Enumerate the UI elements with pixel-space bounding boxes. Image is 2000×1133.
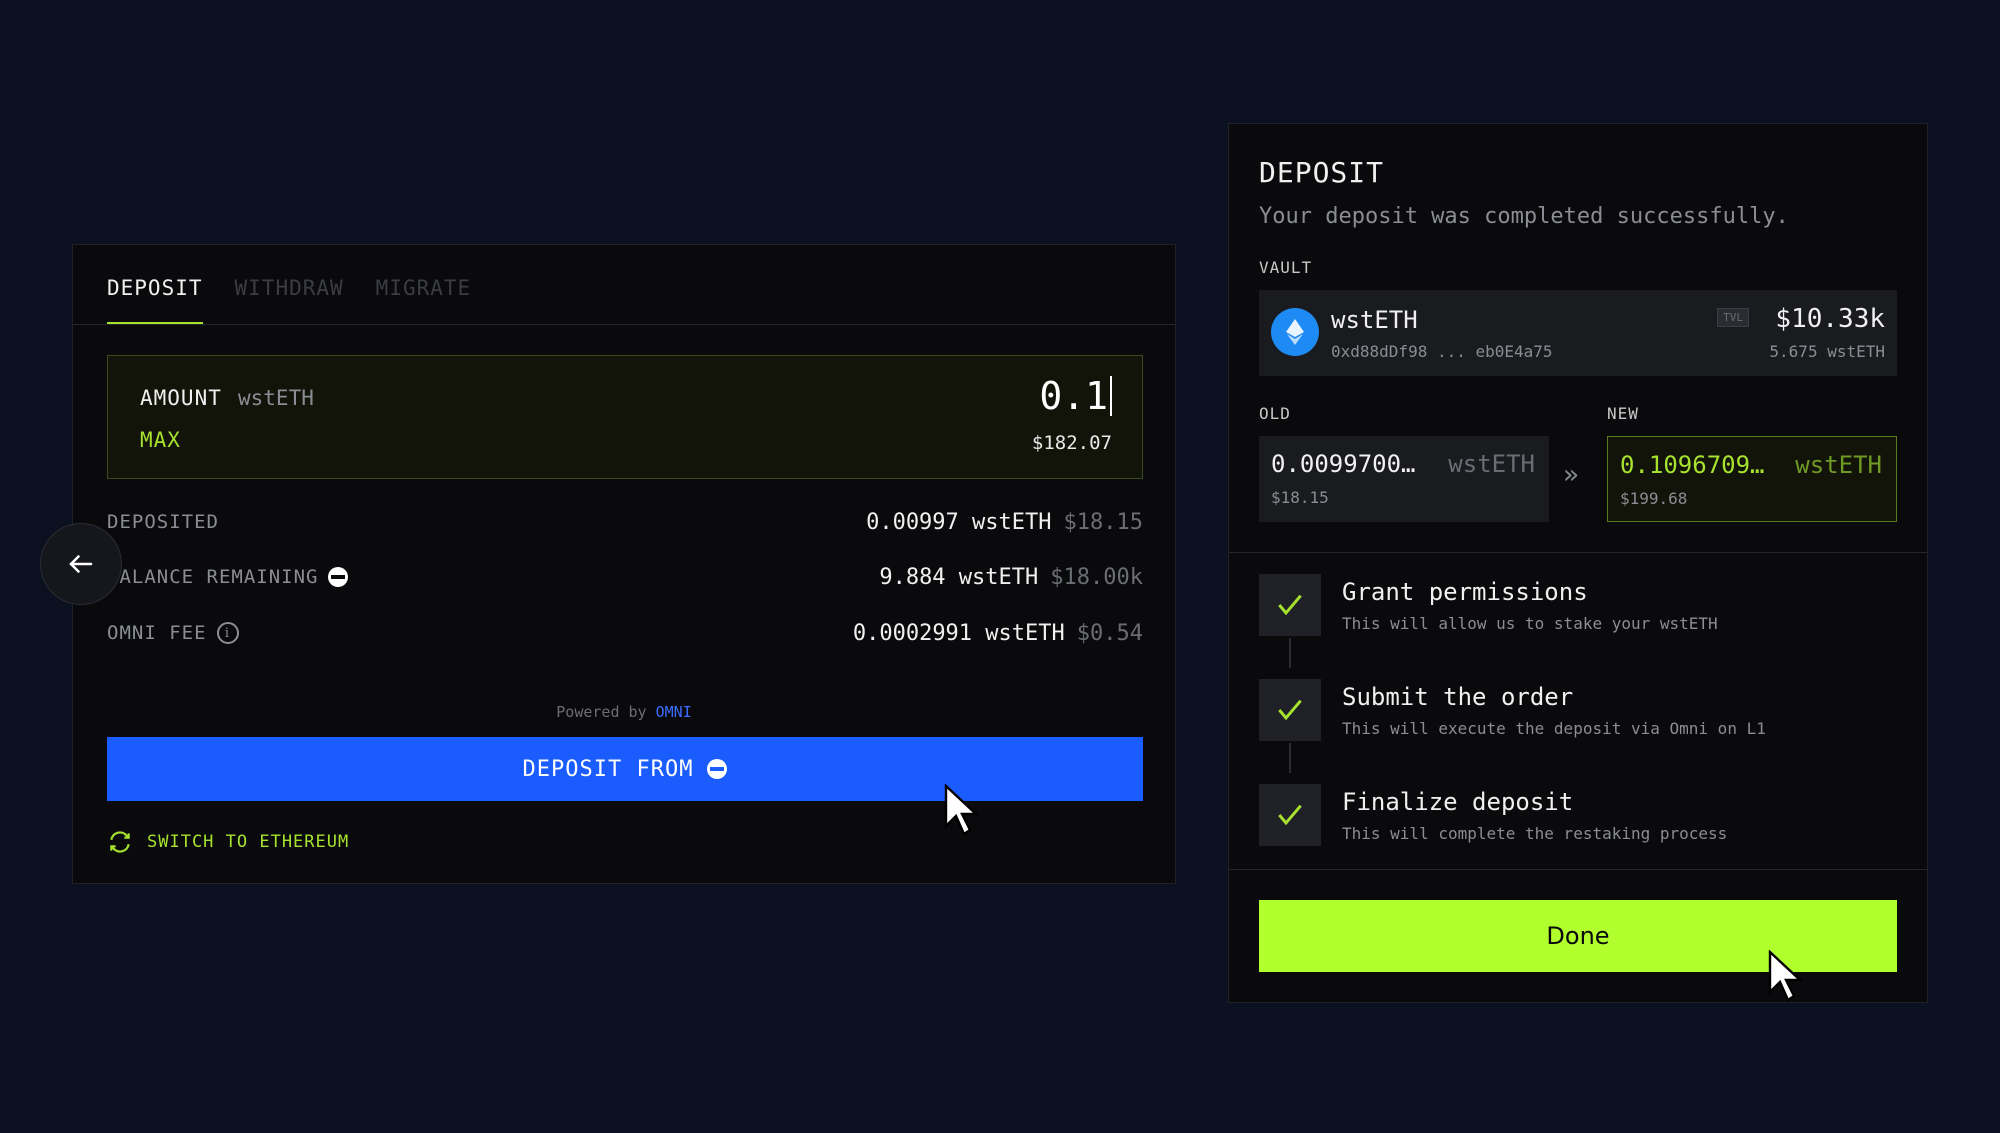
- refresh-icon: [110, 831, 130, 853]
- step-connector: [1289, 743, 1291, 773]
- checkmark-icon: [1259, 784, 1321, 846]
- old-balance-usd: $18.15: [1271, 488, 1329, 507]
- powered-by-label: Powered by: [556, 703, 647, 721]
- omni-fee-value: 0.0002991 wstETH: [852, 620, 1065, 646]
- omni-fee-usd: $0.54: [1076, 620, 1143, 646]
- switch-label: SWITCH TO ETHEREUM: [147, 832, 350, 852]
- wsteth-token-icon: [1271, 308, 1319, 356]
- tab-withdraw[interactable]: WITHDRAW: [235, 276, 344, 324]
- deposited-row: DEPOSITED 0.00997 wstETH $18.15: [107, 507, 1143, 537]
- arrow-left-icon: [69, 555, 93, 573]
- deposited-value: 0.00997 wstETH: [866, 509, 1052, 535]
- step-title: Finalize deposit: [1342, 788, 1574, 816]
- step-description: This will complete the restaking process: [1342, 824, 1728, 843]
- vault-card: wstETH 0xd88dDf98 ... eb0E4a75 TVL $10.3…: [1259, 290, 1897, 376]
- panel-title: DEPOSIT: [1259, 156, 1385, 189]
- step-connector: [1289, 638, 1291, 668]
- deposit-form-panel: DEPOSIT WITHDRAW MIGRATE AMOUNT wstETH M…: [72, 244, 1176, 884]
- divider: [1229, 869, 1927, 870]
- balance-remaining-value: 9.884 wstETH: [879, 564, 1039, 590]
- mouse-cursor-icon: [1768, 950, 1802, 1002]
- new-balance-box: 0.1096709… wstETH $199.68: [1607, 436, 1897, 522]
- new-balance-token: wstETH: [1795, 451, 1882, 479]
- max-button[interactable]: MAX: [140, 428, 181, 452]
- amount-field[interactable]: 0.1: [1039, 376, 1112, 416]
- new-balance-value: 0.1096709…: [1620, 451, 1765, 479]
- omni-fee-label: OMNI FEE: [107, 622, 207, 644]
- vault-label: VAULT: [1259, 258, 1313, 277]
- old-balance-value: 0.0099700…: [1271, 450, 1416, 478]
- amount-label: AMOUNT: [140, 386, 222, 410]
- checkmark-icon: [1259, 679, 1321, 741]
- balance-remaining-row: BALANCE REMAINING 9.884 wstETH $18.00k: [107, 562, 1143, 592]
- tab-deposit[interactable]: DEPOSIT: [107, 276, 203, 324]
- tab-bar: DEPOSIT WITHDRAW MIGRATE: [73, 245, 1175, 325]
- omni-icon: [328, 567, 349, 587]
- amount-token: wstETH: [238, 386, 314, 410]
- vault-name: wstETH: [1331, 306, 1418, 334]
- double-chevron-right-icon: »: [1563, 460, 1579, 490]
- success-message: Your deposit was completed successfully.: [1259, 204, 1789, 229]
- divider: [1229, 552, 1927, 553]
- back-button[interactable]: [40, 523, 122, 605]
- balance-remaining-usd: $18.00k: [1050, 564, 1143, 590]
- step-finalize-deposit: Finalize deposit This will complete the …: [1259, 784, 1897, 848]
- step-description: This will allow us to stake your wstETH: [1342, 614, 1718, 633]
- vault-amount: 5.675 wstETH: [1769, 342, 1885, 361]
- old-balance-token: wstETH: [1448, 450, 1535, 478]
- step-description: This will execute the deposit via Omni o…: [1342, 719, 1766, 738]
- deposited-label: DEPOSITED: [107, 511, 219, 533]
- deposit-from-button[interactable]: DEPOSIT FROM: [107, 737, 1143, 801]
- old-label: OLD: [1259, 404, 1291, 423]
- new-label: NEW: [1607, 404, 1639, 423]
- checkmark-icon: [1259, 574, 1321, 636]
- amount-usd-value: $182.07: [1031, 432, 1112, 454]
- omni-icon: [707, 759, 728, 779]
- amount-input-box[interactable]: AMOUNT wstETH MAX 0.1 $182.07: [107, 355, 1143, 479]
- omni-fee-row: OMNI FEE i 0.0002991 wstETH $0.54: [107, 618, 1143, 648]
- tab-migrate[interactable]: MIGRATE: [376, 276, 472, 324]
- mouse-cursor-icon: [944, 784, 978, 836]
- powered-by-text: Powered by OMNI: [73, 703, 1175, 721]
- step-submit-order: Submit the order This will execute the d…: [1259, 679, 1897, 743]
- step-grant-permissions: Grant permissions This will allow us to …: [1259, 574, 1897, 638]
- deposit-from-label: DEPOSIT FROM: [522, 756, 694, 782]
- new-balance-usd: $199.68: [1620, 489, 1688, 508]
- switch-to-ethereum-link[interactable]: SWITCH TO ETHEREUM: [107, 829, 349, 855]
- info-icon[interactable]: i: [216, 622, 239, 644]
- vault-tvl: $10.33k: [1775, 304, 1885, 334]
- deposited-usd: $18.15: [1063, 509, 1143, 535]
- old-balance-box: 0.0099700… wstETH $18.15: [1259, 436, 1549, 522]
- step-title: Grant permissions: [1342, 578, 1588, 606]
- tvl-badge: TVL: [1717, 308, 1749, 327]
- balance-remaining-label: BALANCE REMAINING: [107, 566, 319, 588]
- deposit-success-panel: DEPOSIT Your deposit was completed succe…: [1228, 123, 1928, 1003]
- vault-address: 0xd88dDf98 ... eb0E4a75: [1331, 342, 1553, 361]
- step-title: Submit the order: [1342, 683, 1574, 711]
- omni-link[interactable]: OMNI: [656, 703, 692, 721]
